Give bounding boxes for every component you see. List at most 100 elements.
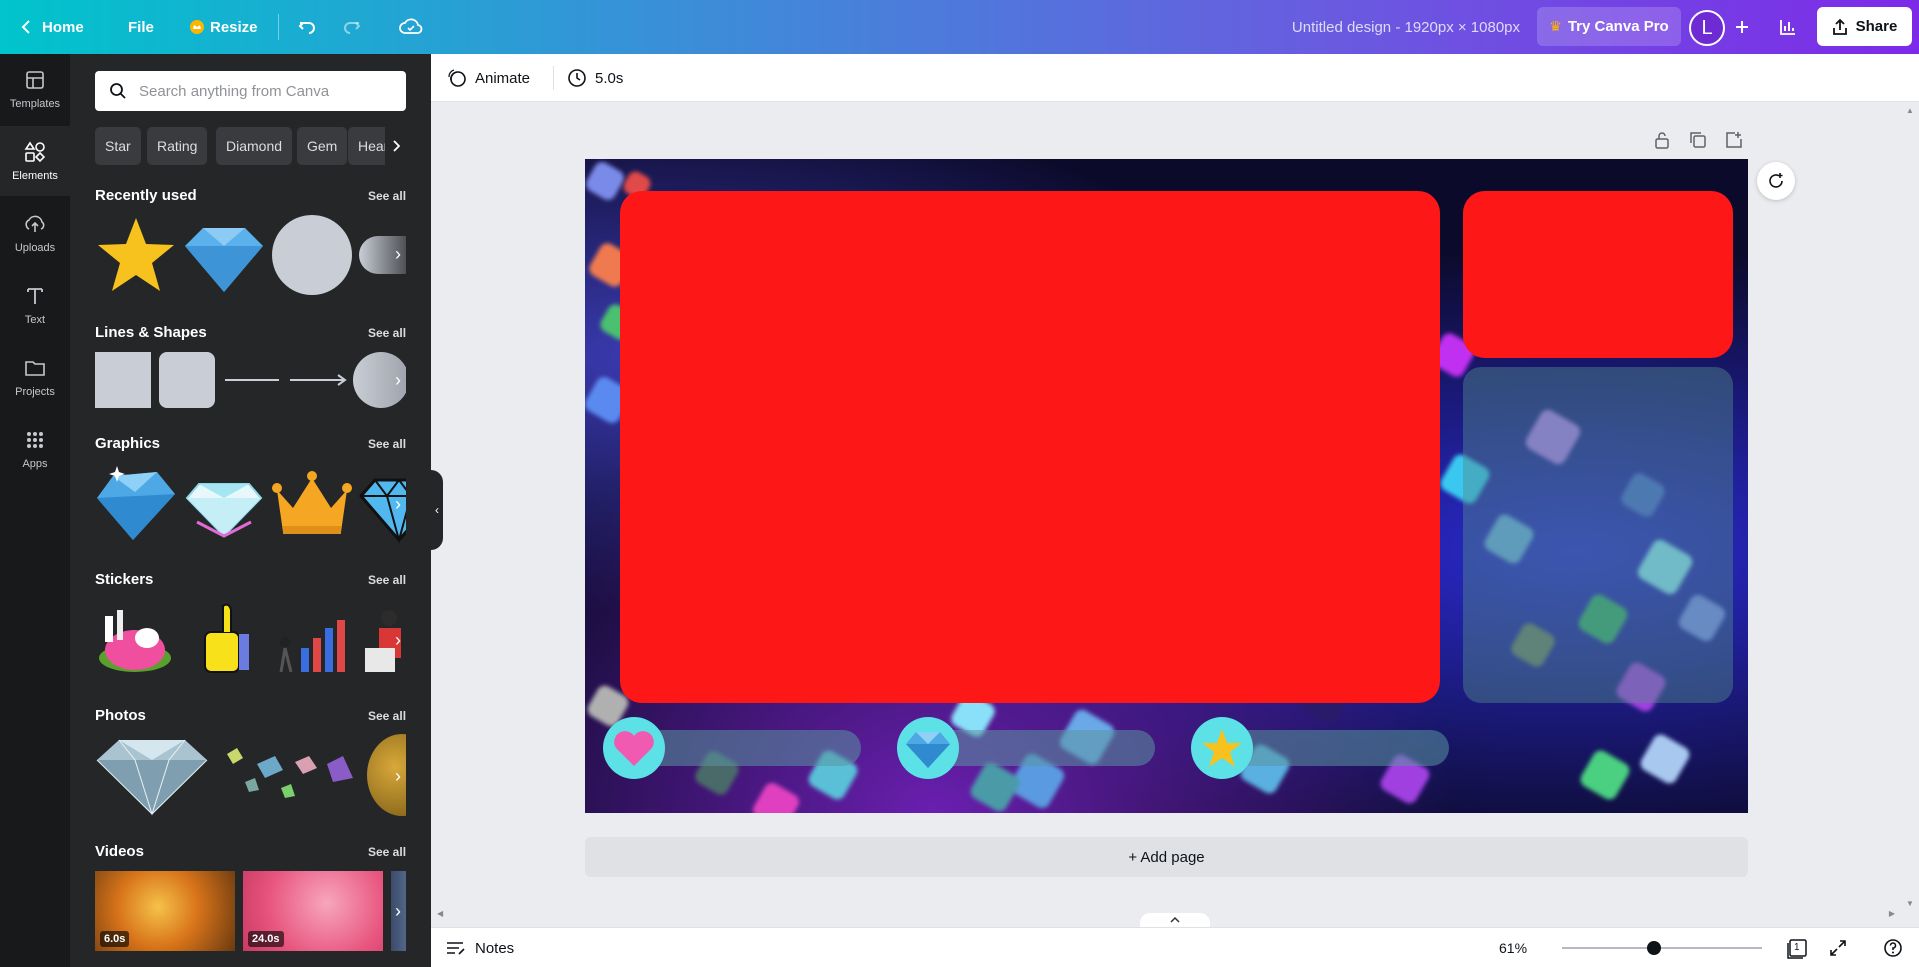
divider xyxy=(553,66,554,90)
redo-button[interactable] xyxy=(338,13,366,41)
star-icon xyxy=(1202,729,1242,767)
see-all-recent[interactable]: See all xyxy=(368,189,406,203)
lines-next-button[interactable]: › xyxy=(390,360,406,400)
file-menu-button[interactable]: File xyxy=(128,0,154,54)
bottom-bar: Notes 61% 1 xyxy=(431,927,1919,967)
notes-button[interactable]: Notes xyxy=(445,928,514,967)
home-button[interactable]: Home xyxy=(20,0,84,54)
page-count-button[interactable]: 1 xyxy=(1785,936,1809,960)
rounded-square-thumbnail[interactable] xyxy=(159,352,215,408)
section-title-graphics: Graphics xyxy=(95,435,161,452)
section-title-lines: Lines & Shapes xyxy=(95,324,207,341)
fullscreen-button[interactable] xyxy=(1826,936,1850,960)
diamond-icon xyxy=(906,732,950,768)
share-icon xyxy=(1832,18,1847,35)
scroll-left-icon: ◀ xyxy=(437,909,444,918)
crown-graphic[interactable] xyxy=(271,462,353,544)
blue-diamond-graphic[interactable] xyxy=(95,462,177,544)
templates-icon xyxy=(26,71,44,89)
recent-next-button[interactable]: › xyxy=(390,234,406,274)
undo-button[interactable] xyxy=(293,13,321,41)
photos-next-button[interactable]: › xyxy=(390,756,406,796)
thumbs-up-sticker[interactable] xyxy=(183,598,265,680)
undo-icon xyxy=(298,22,315,34)
rail-item-text[interactable]: Text xyxy=(0,270,70,340)
rail-label: Apps xyxy=(22,458,48,470)
zoom-slider-handle[interactable] xyxy=(1647,941,1661,955)
resize-label: Resize xyxy=(210,18,258,36)
share-button[interactable]: Share xyxy=(1817,7,1912,46)
vertical-scrollbar[interactable]: ▲ ▼ xyxy=(1901,102,1919,910)
heart-stat-bar[interactable] xyxy=(631,730,861,766)
rail-item-uploads[interactable]: Uploads xyxy=(0,198,70,268)
search-box[interactable] xyxy=(95,71,406,111)
diamond-photo[interactable] xyxy=(95,734,209,816)
see-all-lines[interactable]: See all xyxy=(368,326,406,340)
rail-label: Templates xyxy=(9,98,61,110)
rail-item-projects[interactable]: Projects xyxy=(0,342,70,412)
sparkling-diamond-graphic[interactable] xyxy=(183,462,265,544)
zoom-level[interactable]: 61% xyxy=(1499,928,1527,967)
see-all-stickers[interactable]: See all xyxy=(368,573,406,587)
add-page-button[interactable]: + Add page xyxy=(585,837,1748,877)
chip-diamond[interactable]: Diamond xyxy=(216,127,293,165)
lock-page-button[interactable] xyxy=(1652,130,1672,150)
star-badge[interactable] xyxy=(1191,717,1253,779)
diamond-badge[interactable] xyxy=(897,717,959,779)
main-red-panel[interactable] xyxy=(620,191,1440,703)
heart-badge[interactable] xyxy=(603,717,665,779)
search-input[interactable] xyxy=(139,82,389,100)
see-all-videos[interactable]: See all xyxy=(368,845,406,859)
gemstones-photo[interactable] xyxy=(217,734,361,816)
star-stat-bar[interactable] xyxy=(1219,730,1449,766)
regenerate-button[interactable] xyxy=(1757,162,1795,200)
invite-button[interactable] xyxy=(1728,13,1756,41)
chip-gem[interactable]: Gem xyxy=(297,127,348,165)
side-red-panel[interactable] xyxy=(1463,191,1733,358)
see-all-photos[interactable]: See all xyxy=(368,709,406,723)
rail-item-apps[interactable]: Apps xyxy=(0,414,70,484)
graphics-next-button[interactable]: › xyxy=(390,484,406,524)
chips-next-button[interactable] xyxy=(385,127,406,165)
square-shape-thumbnail[interactable] xyxy=(95,352,151,408)
user-avatar[interactable]: L xyxy=(1689,10,1725,46)
section-title-stickers: Stickers xyxy=(95,571,154,588)
chip-star[interactable]: Star xyxy=(95,127,141,165)
diamond-thumbnail[interactable] xyxy=(183,214,265,296)
duplicate-page-button[interactable] xyxy=(1688,130,1708,150)
photos-row xyxy=(95,734,406,816)
document-title[interactable]: Untitled design - 1920px × 1080px xyxy=(1240,0,1520,54)
pink-droplets-video[interactable]: 24.0s xyxy=(243,871,383,951)
cloud-check-icon xyxy=(399,18,423,34)
zoom-slider-track[interactable] xyxy=(1562,947,1762,949)
duration-button[interactable]: 5.0s xyxy=(567,54,623,102)
glass-panel[interactable] xyxy=(1463,367,1733,703)
chevron-right-icon xyxy=(392,140,400,152)
star-shape-thumbnail[interactable] xyxy=(95,214,177,296)
diamond-stat-bar[interactable] xyxy=(925,730,1155,766)
collapse-panel-button[interactable]: ‹ xyxy=(431,470,443,550)
rail-item-templates[interactable]: Templates xyxy=(0,54,70,124)
see-all-graphics[interactable]: See all xyxy=(368,437,406,451)
videos-next-button[interactable]: › xyxy=(390,891,406,931)
redo-icon xyxy=(344,22,361,34)
scroll-right-icon: ▶ xyxy=(1888,909,1895,918)
add-page-icon-button[interactable] xyxy=(1724,130,1744,150)
stickers-next-button[interactable]: › xyxy=(390,620,406,660)
pages-panel-toggle[interactable] xyxy=(1140,913,1210,927)
animate-button[interactable]: Animate xyxy=(447,54,530,102)
cloud-save-button[interactable] xyxy=(397,13,425,41)
resize-button[interactable]: Resize xyxy=(190,0,258,54)
fire-smoke-video[interactable]: 6.0s xyxy=(95,871,235,951)
rail-item-elements[interactable]: Elements xyxy=(0,126,70,196)
design-canvas[interactable] xyxy=(585,159,1748,813)
arrow-line-thumbnail[interactable] xyxy=(289,372,347,388)
line-thumbnail[interactable] xyxy=(225,379,279,381)
bar-chart-sticker[interactable] xyxy=(271,598,353,680)
insights-button[interactable] xyxy=(1774,13,1802,41)
roast-turkey-sticker[interactable] xyxy=(95,598,177,680)
chip-rating[interactable]: Rating xyxy=(147,127,208,165)
circle-shape-thumbnail[interactable] xyxy=(271,214,353,296)
help-button[interactable] xyxy=(1881,936,1905,960)
try-canva-pro-button[interactable]: ♛ Try Canva Pro xyxy=(1537,7,1681,46)
